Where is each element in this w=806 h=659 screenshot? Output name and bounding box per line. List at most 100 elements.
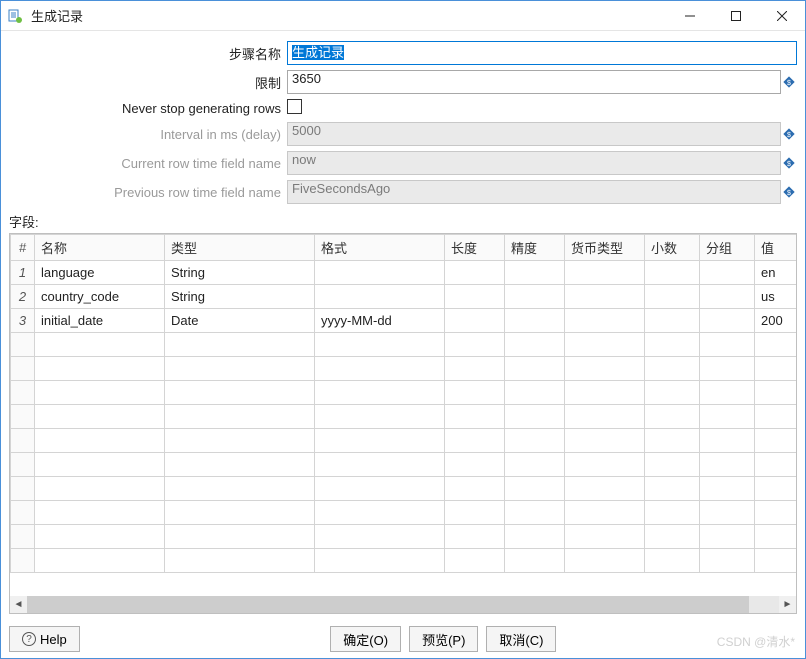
never-stop-label: Never stop generating rows [9,101,287,116]
cell-currency[interactable] [565,285,645,309]
col-rownum[interactable]: # [11,235,35,261]
maximize-button[interactable] [713,1,759,30]
cell-value[interactable]: en [755,261,797,285]
cell-length[interactable] [445,261,505,285]
col-value[interactable]: 值 [755,235,797,261]
close-button[interactable] [759,1,805,30]
content-area: 步骤名称 生成记录 限制 3650 $ Never stop generatin… [1,31,805,620]
cell-precision[interactable] [505,309,565,333]
scroll-left-arrow[interactable]: ◄ [10,596,27,613]
table-row-empty[interactable] [11,525,797,549]
table-row-empty[interactable] [11,453,797,477]
variable-icon: $ [781,123,797,145]
cell-decimal[interactable] [645,309,700,333]
table-row-empty[interactable] [11,357,797,381]
variable-icon[interactable]: $ [781,71,797,93]
help-icon: ? [22,632,36,646]
cell-group[interactable] [700,285,755,309]
cell-precision[interactable] [505,285,565,309]
cell-value[interactable]: 200 [755,309,797,333]
col-format[interactable]: 格式 [315,235,445,261]
scroll-right-arrow[interactable]: ► [779,596,796,613]
table-row-empty[interactable] [11,477,797,501]
cell-currency[interactable] [565,309,645,333]
table-row-empty[interactable] [11,501,797,525]
col-currency[interactable]: 货币类型 [565,235,645,261]
cell-length[interactable] [445,285,505,309]
fields-section-label: 字段: [9,212,797,231]
cell-format[interactable] [315,285,445,309]
svg-text:$: $ [787,80,791,87]
variable-icon: $ [781,181,797,203]
scroll-track[interactable] [27,596,779,613]
cell-decimal[interactable] [645,285,700,309]
table-row-empty[interactable] [11,549,797,573]
horizontal-scrollbar[interactable]: ◄ ► [10,596,796,613]
limit-label: 限制 [9,73,287,92]
titlebar: 生成记录 [1,1,805,31]
table-row-empty[interactable] [11,429,797,453]
table-header-row: # 名称 类型 格式 长度 精度 货币类型 小数 分组 值 [11,235,797,261]
cell-currency[interactable] [565,261,645,285]
fields-table-container: # 名称 类型 格式 长度 精度 货币类型 小数 分组 值 1languageS [9,233,797,614]
col-decimal[interactable]: 小数 [645,235,700,261]
cell-group[interactable] [700,309,755,333]
step-name-label: 步骤名称 [9,44,287,63]
step-name-value: 生成记录 [292,45,344,60]
never-stop-checkbox[interactable] [287,99,302,114]
svg-text:$: $ [787,190,791,197]
cell-name[interactable]: language [35,261,165,285]
footer: ? Help 确定(O) 预览(P) 取消(C) [1,620,805,658]
previous-row-input: FiveSecondsAgo [287,180,781,204]
current-row-input: now [287,151,781,175]
limit-input[interactable]: 3650 [287,70,781,94]
table-row[interactable]: 1languageString en [11,261,797,285]
cell-type[interactable]: String [165,261,315,285]
current-row-label: Current row time field name [9,156,287,171]
col-type[interactable]: 类型 [165,235,315,261]
cell-precision[interactable] [505,261,565,285]
app-icon [1,8,29,24]
table-row[interactable]: 3initial_dateDateyyyy-MM-dd 200 [11,309,797,333]
cancel-button[interactable]: 取消(C) [486,626,556,652]
cell-format[interactable]: yyyy-MM-dd [315,309,445,333]
cell-n[interactable]: 2 [11,285,35,309]
cell-value[interactable]: us [755,285,797,309]
cell-decimal[interactable] [645,261,700,285]
cell-group[interactable] [700,261,755,285]
window-controls [667,1,805,30]
cell-type[interactable]: Date [165,309,315,333]
help-button[interactable]: ? Help [9,626,80,652]
minimize-button[interactable] [667,1,713,30]
svg-text:$: $ [787,161,791,168]
fields-table[interactable]: # 名称 类型 格式 长度 精度 货币类型 小数 分组 值 1languageS [10,234,796,573]
window-title: 生成记录 [29,6,667,25]
dialog-window: 生成记录 步骤名称 生成记录 限制 3650 [0,0,806,659]
interval-label: Interval in ms (delay) [9,127,287,142]
form: 步骤名称 生成记录 限制 3650 $ Never stop generatin… [9,41,797,204]
cell-n[interactable]: 3 [11,309,35,333]
interval-input: 5000 [287,122,781,146]
previous-row-label: Previous row time field name [9,185,287,200]
cell-format[interactable] [315,261,445,285]
cell-type[interactable]: String [165,285,315,309]
cell-n[interactable]: 1 [11,261,35,285]
table-row-empty[interactable] [11,333,797,357]
cell-length[interactable] [445,309,505,333]
step-name-input[interactable]: 生成记录 [287,41,797,65]
table-row-empty[interactable] [11,405,797,429]
scroll-thumb[interactable] [27,596,749,613]
variable-icon: $ [781,152,797,174]
fields-table-scroll[interactable]: # 名称 类型 格式 长度 精度 货币类型 小数 分组 值 1languageS [10,234,796,596]
preview-button[interactable]: 预览(P) [409,626,478,652]
table-row[interactable]: 2country_codeString us [11,285,797,309]
col-precision[interactable]: 精度 [505,235,565,261]
svg-text:$: $ [787,132,791,139]
table-row-empty[interactable] [11,381,797,405]
cell-name[interactable]: initial_date [35,309,165,333]
cell-name[interactable]: country_code [35,285,165,309]
ok-button[interactable]: 确定(O) [330,626,401,652]
col-length[interactable]: 长度 [445,235,505,261]
col-group[interactable]: 分组 [700,235,755,261]
col-name[interactable]: 名称 [35,235,165,261]
